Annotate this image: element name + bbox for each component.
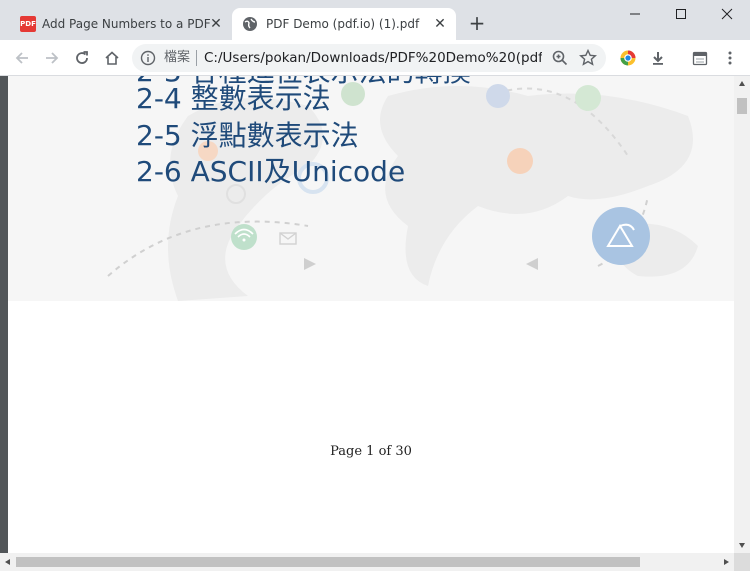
close-icon <box>721 8 733 20</box>
zoom-icon[interactable] <box>550 48 570 68</box>
horizontal-scrollbar-thumb[interactable] <box>16 557 640 567</box>
pdf-page: 2-3 各種進位表示法的轉換 2-4 整數表示法 2-5 浮點數表示法 2-6 … <box>8 76 734 553</box>
browser-toolbar: 檔案 C:/Users/pokan/Downloads/PDF%20Demo%2… <box>0 40 750 76</box>
tab-add-page-numbers[interactable]: PDF Add Page Numbers to a PDF Fil ✕ <box>12 8 232 40</box>
back-button[interactable] <box>10 46 34 70</box>
download-extension-button[interactable] <box>646 46 670 70</box>
info-icon[interactable] <box>140 50 156 66</box>
extension-chrome-button[interactable] <box>616 46 640 70</box>
forward-button[interactable] <box>40 46 64 70</box>
vertical-scrollbar-thumb[interactable] <box>737 98 747 114</box>
scroll-right-arrow-icon[interactable] <box>722 558 730 566</box>
calendar-icon <box>692 51 708 66</box>
close-window-button[interactable] <box>704 0 750 28</box>
profile-extension-button[interactable] <box>688 46 712 70</box>
home-icon <box>105 51 119 65</box>
home-button[interactable] <box>100 46 124 70</box>
url-text[interactable]: C:/Users/pokan/Downloads/PDF%20Demo%20(p… <box>204 49 542 67</box>
maximize-button[interactable] <box>658 0 704 28</box>
toc-item: 2-5 浮點數表示法 <box>136 119 359 152</box>
bookmark-star-icon[interactable] <box>578 48 598 68</box>
tab-strip: PDF Add Page Numbers to a PDF Fil ✕ PDF … <box>0 0 750 40</box>
close-icon[interactable]: ✕ <box>208 16 224 32</box>
address-bar[interactable]: 檔案 C:/Users/pokan/Downloads/PDF%20Demo%2… <box>132 44 606 72</box>
globe-icon <box>242 16 258 32</box>
close-icon[interactable]: ✕ <box>432 16 448 32</box>
browser-window: PDF Add Page Numbers to a PDF Fil ✕ PDF … <box>0 0 750 571</box>
reload-icon <box>76 51 88 64</box>
toc-item: 2-4 整數表示法 <box>136 82 331 115</box>
horizontal-scrollbar[interactable] <box>0 553 734 571</box>
pdf-icon: PDF <box>20 16 36 32</box>
scroll-up-arrow-icon[interactable] <box>738 80 746 88</box>
tab-title: PDF Demo (pdf.io) (1).pdf <box>266 17 420 31</box>
scrollbar-corner <box>734 553 750 571</box>
vertical-scrollbar[interactable] <box>734 76 750 553</box>
menu-button[interactable] <box>718 46 742 70</box>
more-vert-icon <box>728 51 732 65</box>
scroll-down-arrow-icon[interactable] <box>738 541 746 549</box>
chrome-extension-icon <box>620 50 636 66</box>
scroll-left-arrow-icon[interactable] <box>4 558 12 566</box>
page-number-footer: Page 1 of 30 <box>330 444 412 459</box>
download-icon <box>653 52 663 65</box>
forward-arrow-icon <box>46 52 59 64</box>
back-arrow-icon <box>15 52 28 64</box>
new-tab-button[interactable]: + <box>466 12 488 34</box>
file-scheme-label: 檔案 <box>164 50 191 65</box>
tab-pdf-demo[interactable]: PDF Demo (pdf.io) (1).pdf ✕ <box>232 8 456 40</box>
maximize-icon <box>676 9 686 19</box>
toc-item: 2-6 ASCII及Unicode <box>136 155 406 188</box>
pdf-viewer[interactable]: 2-3 各種進位表示法的轉換 2-4 整數表示法 2-5 浮點數表示法 2-6 … <box>0 76 750 571</box>
address-separator <box>196 50 197 66</box>
reload-button[interactable] <box>70 46 94 70</box>
tab-title: Add Page Numbers to a PDF Fil <box>42 17 212 31</box>
minimize-button[interactable] <box>612 0 658 28</box>
minimize-icon <box>630 13 640 15</box>
